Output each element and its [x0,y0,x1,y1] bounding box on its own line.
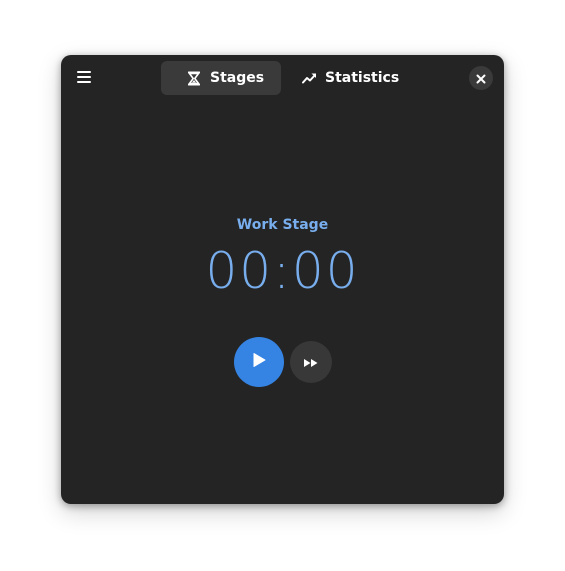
skip-forward-icon [303,353,319,372]
main-menu-button[interactable] [70,62,98,92]
tab-statistics-label: Statistics [325,70,400,86]
tab-statistics[interactable]: Statistics [281,61,406,95]
play-button[interactable] [233,337,284,387]
tab-stages[interactable]: Stages [161,61,281,95]
hamburger-menu-icon [76,70,92,84]
stage-label: Work Stage [236,217,329,233]
hourglass-icon [186,70,202,86]
tab-stages-label: Stages [210,70,265,86]
timer-controls [61,337,504,387]
header-bar: Stages Statistics [61,55,504,101]
trend-up-icon [301,70,317,86]
play-icon [252,352,266,372]
timer-display: 00:00 [205,242,360,300]
skip-button[interactable] [289,341,332,383]
app-window: Stages Statistics Work Stage 00:00 [61,55,504,504]
close-icon [476,69,486,88]
close-button[interactable] [469,66,493,90]
view-switcher: Stages Statistics [161,61,406,95]
